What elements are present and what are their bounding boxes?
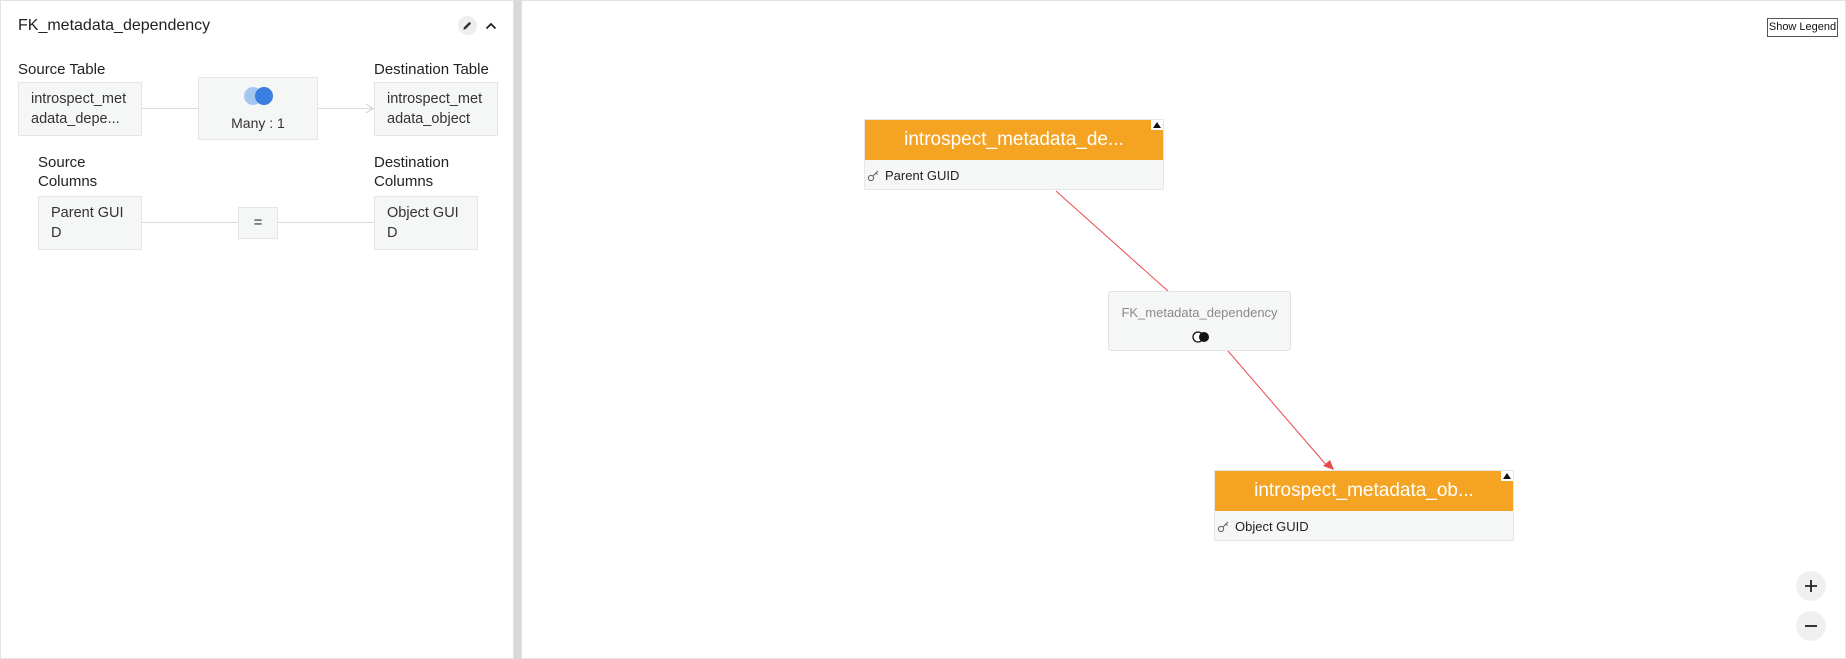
- zoom-out-button[interactable]: [1796, 611, 1826, 641]
- cardinality-text: Many : 1: [231, 115, 285, 131]
- destination-columns-label: Destination Columns: [374, 154, 450, 190]
- node-column-row: Object GUID: [1215, 511, 1513, 542]
- node-column-name: Parent GUID: [885, 168, 960, 183]
- connector-line: [142, 108, 198, 109]
- panel-splitter[interactable]: [514, 0, 521, 659]
- relationship-label: FK_metadata_dependency: [1121, 305, 1278, 320]
- overlapping-circles-icon: [244, 87, 273, 105]
- overlapping-circles-icon: [1192, 331, 1209, 343]
- source-table-node[interactable]: introspect_metadata_de... Parent GUID: [864, 119, 1164, 190]
- show-legend-button[interactable]: Show Legend: [1767, 18, 1838, 37]
- panel-title: FK_metadata_dependency: [18, 17, 211, 34]
- source-column-box: Parent GUID: [38, 196, 142, 250]
- node-title: introspect_metadata_de...: [865, 120, 1163, 160]
- cardinality-box: Many : 1: [198, 77, 318, 140]
- key-icon: [867, 170, 879, 182]
- edge-arrow-head: [1323, 460, 1334, 470]
- destination-table-box: introspect_metadata_object: [374, 82, 498, 136]
- connector-line: [142, 222, 238, 223]
- source-column-value: Parent GUID: [51, 205, 124, 241]
- plus-icon: [1805, 580, 1817, 592]
- edit-button[interactable]: [458, 16, 477, 35]
- destination-column-value: Object GUID: [387, 205, 459, 241]
- relationship-node[interactable]: FK_metadata_dependency: [1108, 291, 1291, 351]
- destination-column-box: Object GUID: [374, 196, 478, 250]
- destination-table-value: introspect_metadata_object: [387, 91, 483, 127]
- source-table-box: introspect_metadata_depe...: [18, 82, 142, 136]
- minus-icon: [1805, 625, 1817, 627]
- triangle-up-icon: [1153, 122, 1161, 128]
- collapse-button[interactable]: [481, 16, 500, 35]
- zoom-in-button[interactable]: [1796, 571, 1826, 601]
- destination-table-label: Destination Table: [374, 61, 489, 78]
- pencil-icon: [463, 21, 472, 30]
- node-column-name: Object GUID: [1235, 519, 1309, 534]
- source-table-value: introspect_metadata_depe...: [31, 91, 127, 127]
- triangle-up-icon: [1503, 473, 1511, 479]
- edge-line: [1227, 350, 1329, 468]
- node-collapse-button[interactable]: [1151, 120, 1163, 130]
- key-icon: [1217, 521, 1229, 533]
- connector-line: [278, 222, 374, 223]
- operator-box: =: [238, 207, 278, 239]
- relationship-details-panel: FK_metadata_dependency Source Table Dest…: [0, 0, 514, 659]
- source-table-label: Source Table: [18, 61, 106, 78]
- edge-line: [1055, 190, 1170, 293]
- destination-table-node[interactable]: introspect_metadata_ob... Object GUID: [1214, 470, 1514, 541]
- node-collapse-button[interactable]: [1501, 471, 1513, 481]
- diagram-canvas[interactable]: Show Legend introspect_metadata_de... Pa…: [521, 0, 1846, 659]
- source-columns-label: Source Columns: [38, 154, 98, 190]
- chevron-up-icon: [485, 22, 496, 29]
- node-title: introspect_metadata_ob...: [1215, 471, 1513, 511]
- node-column-row: Parent GUID: [865, 160, 1163, 191]
- operator-text: =: [253, 214, 263, 231]
